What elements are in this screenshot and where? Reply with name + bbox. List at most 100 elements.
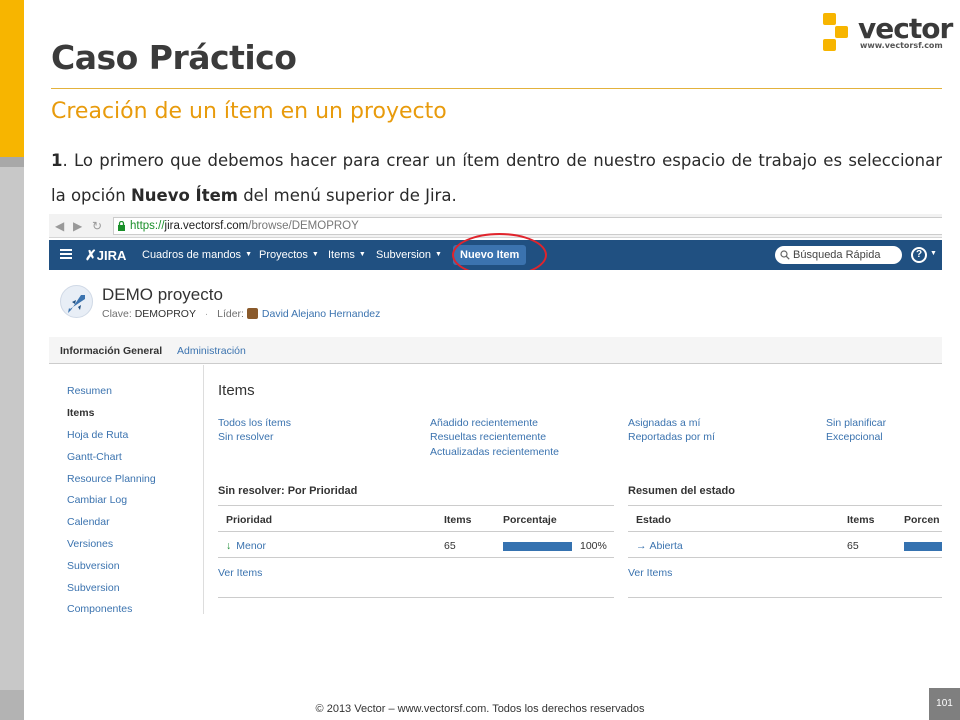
project-lead-label: Líder: — [217, 308, 244, 320]
url-field[interactable]: https://jira.vectorsf.com/browse/DEMOPRO… — [113, 217, 942, 235]
sidebar-item-subversion-2[interactable]: Subversion — [67, 582, 120, 594]
vector-logo-mark — [820, 12, 854, 54]
footer-copyright: © 2013 Vector – www.vectorsf.com. Todos … — [315, 703, 645, 715]
project-sidebar: Resumen Items Hoja de Ruta Gantt-Chart R… — [49, 365, 204, 614]
search-icon — [780, 250, 790, 260]
sidebar-item-resource-planning[interactable]: Resource Planning — [67, 473, 156, 485]
table-divider — [628, 597, 942, 598]
status-summary-title: Resumen del estado — [628, 485, 735, 497]
slide-subtitle: Creación de un ítem en un proyecto — [51, 99, 447, 124]
project-tab-bar: Información General Administración — [49, 337, 942, 364]
browser-screenshot: ◀ ▶ ↻ https://jira.vectorsf.com/browse/D… — [49, 214, 942, 614]
help-icon[interactable]: ? — [911, 247, 927, 263]
nav-projects[interactable]: Proyectos ▼ — [259, 249, 319, 261]
forward-arrow-icon[interactable]: ▶ — [73, 219, 82, 233]
sidebar-item-calendar[interactable]: Calendar — [67, 516, 110, 528]
col-priority: Prioridad — [226, 514, 273, 526]
project-header: DEMO proyecto Clave: DEMOPROY · Líder: D… — [49, 270, 942, 340]
project-meta: Clave: DEMOPROY · Líder: David Alejano H… — [102, 308, 380, 320]
sidebar-item-versions[interactable]: Versiones — [67, 538, 113, 550]
col-items: Items — [444, 514, 472, 526]
sidebar-item-gantt-chart[interactable]: Gantt-Chart — [67, 451, 122, 463]
status-name: Abierta — [649, 540, 683, 552]
step-number: 1 — [51, 151, 63, 170]
table-divider — [628, 557, 942, 558]
priority-percent-bar — [503, 542, 572, 551]
arrow-down-icon: ↓ — [226, 540, 232, 552]
items-heading: Items — [218, 382, 255, 399]
project-lead-link[interactable]: David Alejano Hernandez — [262, 308, 381, 320]
table-divider — [628, 505, 942, 506]
filter-all-items[interactable]: Todos los ítems — [218, 417, 291, 429]
nav-items[interactable]: Items ▼ — [328, 249, 366, 261]
logo-url: www.vectorsf.com — [860, 41, 943, 50]
unresolved-by-priority-title: Sin resolver: Por Prioridad — [218, 485, 358, 497]
priority-name: Menor — [236, 540, 267, 552]
url-scheme: https:// — [130, 220, 165, 232]
col-status: Estado — [636, 514, 672, 526]
col-percentage: Porcentaje — [503, 514, 557, 526]
tab-general-info[interactable]: Información General — [60, 345, 162, 357]
sidebar-item-items[interactable]: Items — [67, 407, 94, 419]
status-count: 65 — [847, 540, 859, 552]
left-accent-bar — [0, 0, 24, 157]
step-paragraph: 1. Lo primero que debemos hacer para cre… — [51, 143, 942, 213]
quick-search-input[interactable]: Búsqueda Rápida — [775, 246, 902, 264]
col-items: Items — [847, 514, 875, 526]
nav-dashboards[interactable]: Cuadros de mandos ▼ — [142, 249, 252, 261]
slide-title: Caso Práctico — [51, 38, 297, 77]
back-arrow-icon[interactable]: ◀ — [55, 219, 64, 233]
sidebar-item-change-log[interactable]: Cambiar Log — [67, 494, 127, 506]
items-main-panel: Items Todos los ítems Sin resolver Añadi… — [218, 365, 942, 614]
status-open-icon: → — [636, 540, 647, 552]
status-row-link[interactable]: → Abierta — [636, 540, 683, 552]
quick-search-placeholder: Búsqueda Rápida — [793, 249, 881, 261]
project-avatar-icon[interactable] — [60, 285, 93, 318]
app-switcher-icon[interactable] — [60, 249, 72, 259]
rocket-icon — [68, 295, 85, 313]
status-percent-bar — [904, 542, 942, 551]
left-gray-bar-top — [0, 157, 24, 167]
url-domain: jira.vectorsf.com — [164, 220, 249, 232]
vector-logo: vector www.vectorsf.com — [820, 12, 953, 54]
filter-assigned-to-me[interactable]: Asignadas a mí — [628, 417, 700, 429]
filter-recently-updated[interactable]: Actualizadas recientemente — [430, 446, 559, 458]
table-divider — [218, 557, 614, 558]
jira-logo-text: JIRA — [96, 248, 127, 263]
table-divider — [218, 505, 614, 506]
priority-row-link[interactable]: ↓ Menor — [226, 540, 266, 552]
priority-percent-label: 100% — [580, 540, 607, 552]
filter-recently-resolved[interactable]: Resueltas recientemente — [430, 431, 546, 443]
left-gray-bar — [0, 157, 24, 720]
project-key-label: Clave: — [102, 308, 132, 320]
filter-recently-added[interactable]: Añadido recientemente — [430, 417, 538, 429]
lock-icon — [118, 221, 125, 231]
view-items-link[interactable]: Ver Items — [218, 567, 262, 579]
nav-subversion[interactable]: Subversion ▼ — [376, 249, 442, 261]
step-bold: Nuevo Ítem — [130, 186, 238, 205]
chevron-down-icon: ▼ — [245, 251, 252, 258]
sidebar-item-roadmap[interactable]: Hoja de Ruta — [67, 429, 128, 441]
lead-avatar — [246, 308, 258, 319]
chevron-down-icon[interactable]: ▼ — [930, 250, 937, 257]
step-text-after: del menú superior de Jira. — [237, 186, 457, 205]
tab-administration[interactable]: Administración — [177, 345, 246, 357]
filter-reported-by-me[interactable]: Reportadas por mí — [628, 431, 715, 443]
view-items-link[interactable]: Ver Items — [628, 567, 672, 579]
sidebar-item-subversion[interactable]: Subversion — [67, 560, 120, 572]
filter-unresolved[interactable]: Sin resolver — [218, 431, 273, 443]
chevron-down-icon: ▼ — [311, 251, 319, 258]
chevron-down-icon: ▼ — [358, 251, 366, 258]
table-divider — [628, 531, 942, 532]
priority-count: 65 — [444, 540, 456, 552]
sidebar-item-summary[interactable]: Resumen — [67, 385, 112, 397]
page-number: 101 — [929, 688, 960, 720]
jira-logo[interactable]: ✗JIRA — [85, 247, 126, 264]
meta-separator: · — [204, 308, 209, 320]
filter-unscheduled[interactable]: Sin planificar — [826, 417, 886, 429]
reload-icon[interactable]: ↻ — [92, 219, 102, 233]
project-key: DEMOPROY — [134, 308, 196, 320]
title-divider — [51, 88, 942, 89]
filter-exceptional[interactable]: Excepcional — [826, 431, 883, 443]
sidebar-item-components[interactable]: Componentes — [67, 603, 132, 614]
